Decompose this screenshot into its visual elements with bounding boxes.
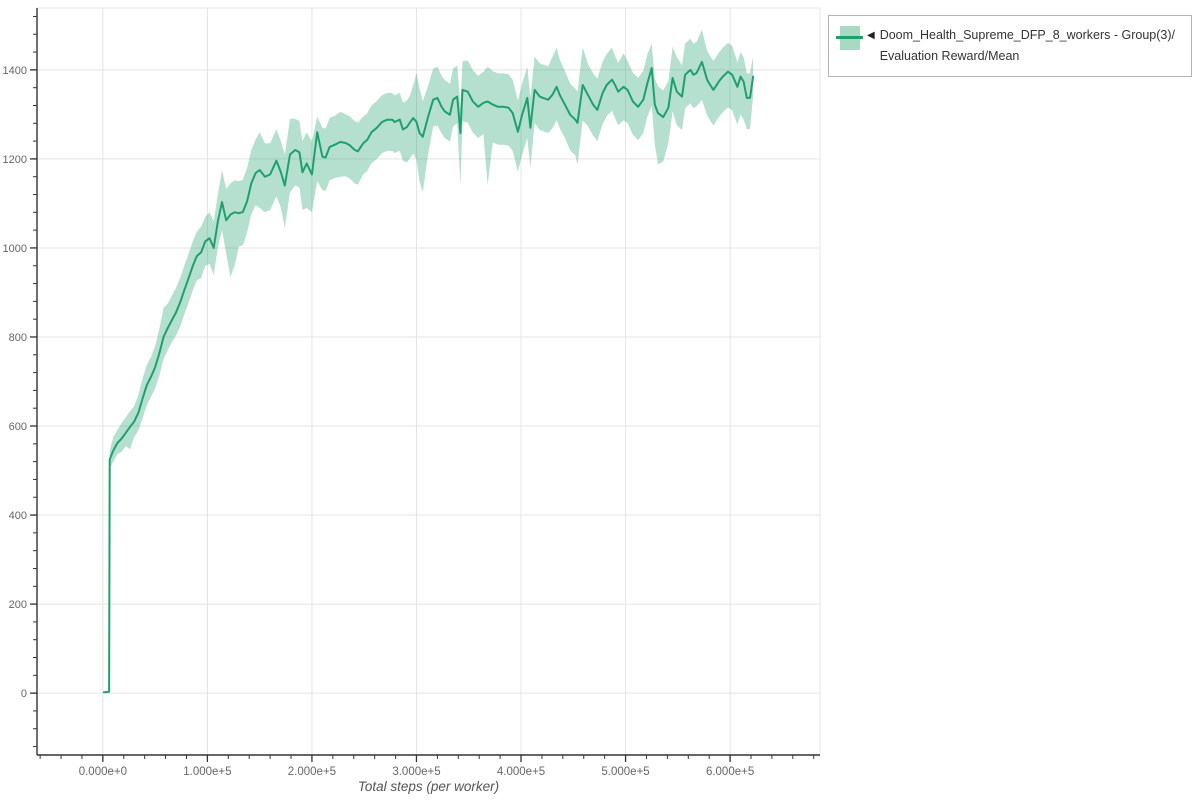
y-tick-label: 400 (9, 510, 27, 522)
x-tick-label: 6.000e+5 (706, 766, 754, 778)
x-tick-label: 3.000e+5 (392, 766, 440, 778)
axis-tick-labels: 0.000e+0 1.000e+5 2.000e+5 3.000e+5 4.000e+5… (3, 65, 755, 778)
series-marker-icon: ◀ (867, 25, 875, 46)
x-tick-label: 2.000e+5 (288, 766, 336, 778)
x-tick-label: 5.000e+5 (601, 766, 649, 778)
legend-item[interactable]: ◀ Doom_Health_Supreme_DFP_8_workers - Gr… (840, 25, 1180, 67)
x-tick-label: 4.000e+5 (497, 766, 545, 778)
legend-label: Doom_Health_Supreme_DFP_8_workers - Grou… (880, 25, 1180, 67)
mean-line-path (104, 62, 753, 692)
mean-line (104, 62, 753, 692)
x-tick-label: 1.000e+5 (183, 766, 231, 778)
confidence-band-area (104, 30, 753, 692)
legend: ◀ Doom_Health_Supreme_DFP_8_workers - Gr… (828, 15, 1192, 77)
y-tick-label: 1200 (3, 154, 27, 166)
y-tick-label: 0 (21, 688, 27, 700)
y-tick-label: 1400 (3, 65, 27, 77)
confidence-band (104, 30, 753, 692)
y-tick-label: 600 (9, 421, 27, 433)
reward-chart: 0.000e+0 1.000e+5 2.000e+5 3.000e+5 4.000e+5… (0, 0, 1200, 800)
y-tick-label: 800 (9, 332, 27, 344)
y-tick-label: 200 (9, 599, 27, 611)
x-tick-label: 0.000e+0 (79, 766, 127, 778)
x-axis-title: Total steps (per worker) (358, 779, 499, 794)
y-tick-label: 1000 (3, 243, 27, 255)
chart-canvas: 0.000e+0 1.000e+5 2.000e+5 3.000e+5 4.000e+5… (0, 0, 1200, 800)
series-swatch-icon (840, 26, 860, 50)
